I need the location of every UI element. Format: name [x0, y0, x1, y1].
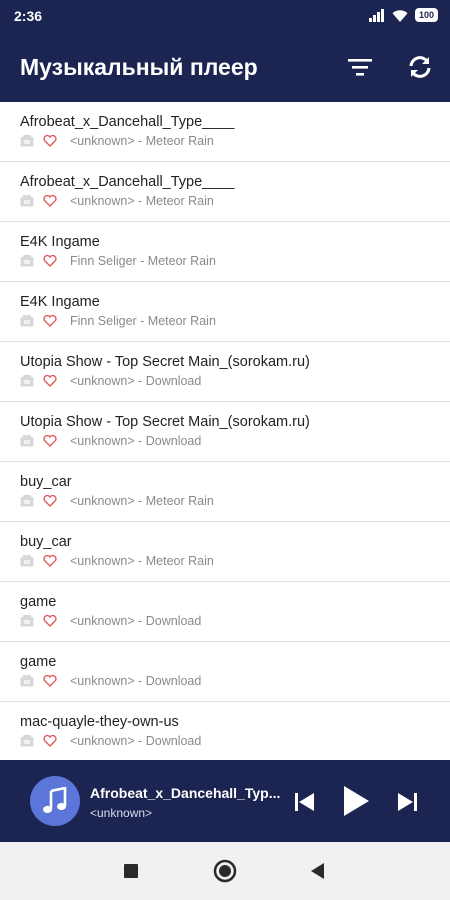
song-meta: Finn Seliger - Meteor Rain: [20, 314, 450, 328]
system-nav-bar: [0, 842, 450, 900]
song-title: E4K Ingame: [20, 294, 100, 310]
song-item[interactable]: E4K Ingame Finn Seliger - Meteor Rain: [0, 222, 450, 282]
song-meta: <unknown> - Meteor Rain: [20, 554, 450, 568]
song-item[interactable]: Afrobeat_x_Dancehall_Type____ <unknown> -…: [0, 162, 450, 222]
refresh-button[interactable]: [405, 52, 435, 82]
app-bar: Музыкальный плеер: [0, 32, 450, 102]
back-icon: [311, 863, 324, 879]
heart-icon[interactable]: [43, 135, 57, 147]
song-meta: <unknown> - Download: [20, 374, 450, 388]
song-artist: <unknown> - Meteor Rain: [70, 554, 214, 568]
home-icon: [213, 859, 237, 883]
next-button[interactable]: [392, 787, 422, 817]
refresh-icon: [409, 56, 431, 78]
sort-button[interactable]: [345, 52, 375, 82]
song-meta: <unknown> - Meteor Rain: [20, 194, 450, 208]
heart-icon[interactable]: [43, 315, 57, 327]
song-item[interactable]: Utopia Show - Top Secret Main_(sorokam.r…: [0, 402, 450, 462]
album-icon: [20, 615, 34, 627]
wifi-icon: [392, 9, 408, 22]
album-icon: [20, 555, 34, 567]
heart-icon[interactable]: [43, 495, 57, 507]
song-title: Afrobeat_x_Dancehall_Type____: [20, 114, 235, 130]
sort-icon: [348, 59, 372, 76]
battery-icon: 100: [414, 8, 438, 22]
song-title: Afrobeat_x_Dancehall_Type____: [20, 174, 235, 190]
recents-icon: [124, 864, 138, 878]
album-icon: [20, 675, 34, 687]
previous-icon: [295, 793, 314, 811]
song-item[interactable]: E4K Ingame Finn Seliger - Meteor Rain: [0, 282, 450, 342]
song-meta: <unknown> - Download: [20, 434, 450, 448]
song-item[interactable]: game <unknown> - Download: [0, 582, 450, 642]
song-artist: <unknown> - Download: [70, 374, 202, 388]
song-meta: <unknown> - Download: [20, 674, 450, 688]
song-artist: <unknown> - Download: [70, 734, 202, 748]
status-time: 2:36: [14, 8, 43, 24]
heart-icon[interactable]: [43, 675, 57, 687]
song-artist: <unknown> - Meteor Rain: [70, 494, 214, 508]
heart-icon[interactable]: [43, 435, 57, 447]
album-icon: [20, 735, 34, 747]
heart-icon[interactable]: [43, 615, 57, 627]
song-artist: <unknown> - Download: [70, 434, 202, 448]
song-item[interactable]: mac-quayle-they-own-us <unknown> - Downlo…: [0, 702, 450, 760]
now-playing-title: Afrobeat_x_Dancehall_Typ...: [90, 785, 280, 801]
song-artist: <unknown> - Meteor Rain: [70, 194, 214, 208]
song-item[interactable]: game <unknown> - Download: [0, 642, 450, 702]
album-icon: [20, 315, 34, 327]
song-artist: Finn Seliger - Meteor Rain: [70, 314, 216, 328]
song-list[interactable]: Afrobeat_x_Dancehall_Type____ <unknown> -…: [0, 102, 450, 760]
album-icon: [20, 255, 34, 267]
album-cover[interactable]: [30, 776, 80, 826]
album-icon: [20, 375, 34, 387]
song-meta: <unknown> - Meteor Rain: [20, 134, 450, 148]
app-title: Музыкальный плеер: [20, 54, 258, 80]
song-meta: <unknown> - Meteor Rain: [20, 494, 450, 508]
song-meta: <unknown> - Download: [20, 734, 450, 748]
song-artist: <unknown> - Download: [70, 614, 202, 628]
song-title: buy_car: [20, 534, 72, 550]
song-title: mac-quayle-they-own-us: [20, 714, 179, 730]
next-icon: [398, 793, 417, 811]
play-button[interactable]: [338, 782, 374, 820]
song-artist: Finn Seliger - Meteor Rain: [70, 254, 216, 268]
status-icons: 100: [368, 8, 438, 22]
song-artist: <unknown> - Download: [70, 674, 202, 688]
song-item[interactable]: Afrobeat_x_Dancehall_Type____ <unknown> -…: [0, 102, 450, 162]
heart-icon[interactable]: [43, 255, 57, 267]
recents-button[interactable]: [121, 861, 141, 881]
song-item[interactable]: buy_car <unknown> - Meteor Rain: [0, 522, 450, 582]
song-meta: Finn Seliger - Meteor Rain: [20, 254, 450, 268]
status-bar: 2:36 100: [0, 0, 450, 32]
album-icon: [20, 435, 34, 447]
now-playing-artist: <unknown>: [90, 806, 153, 820]
album-icon: [20, 195, 34, 207]
song-meta: <unknown> - Download: [20, 614, 450, 628]
song-item[interactable]: buy_car <unknown> - Meteor Rain: [0, 462, 450, 522]
song-title: Utopia Show - Top Secret Main_(sorokam.r…: [20, 414, 310, 430]
song-title: Utopia Show - Top Secret Main_(sorokam.r…: [20, 354, 310, 370]
song-title: buy_car: [20, 474, 72, 490]
previous-button[interactable]: [290, 787, 320, 817]
heart-icon[interactable]: [43, 735, 57, 747]
music-note-icon: [43, 787, 67, 814]
heart-icon[interactable]: [43, 555, 57, 567]
now-playing-bar[interactable]: Afrobeat_x_Dancehall_Typ... <unknown>: [0, 760, 450, 842]
album-icon: [20, 495, 34, 507]
song-title: E4K Ingame: [20, 234, 100, 250]
album-icon: [20, 135, 34, 147]
song-item[interactable]: Utopia Show - Top Secret Main_(sorokam.r…: [0, 342, 450, 402]
heart-icon[interactable]: [43, 195, 57, 207]
song-artist: <unknown> - Meteor Rain: [70, 134, 214, 148]
home-button[interactable]: [213, 859, 237, 883]
play-icon: [344, 786, 369, 816]
heart-icon[interactable]: [43, 375, 57, 387]
back-button[interactable]: [307, 861, 327, 881]
signal-icon: [368, 8, 385, 22]
song-title: game: [20, 594, 57, 610]
song-title: game: [20, 654, 57, 670]
